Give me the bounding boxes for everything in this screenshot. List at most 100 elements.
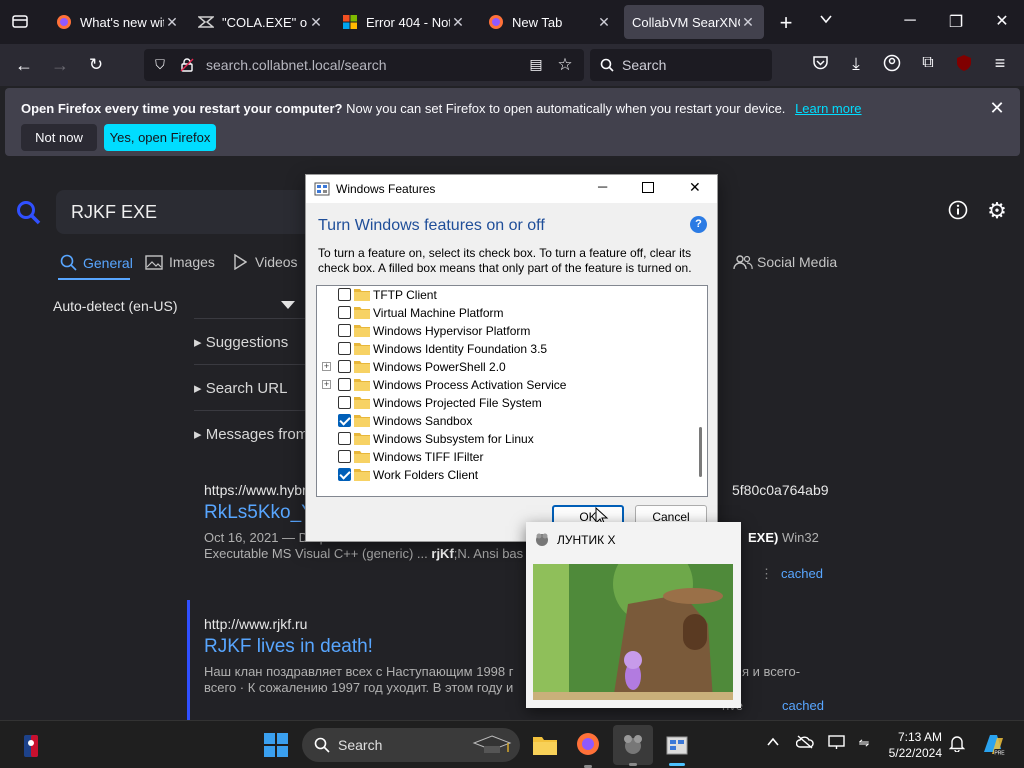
luntik-app-button[interactable] xyxy=(613,725,653,766)
chevron-down-icon[interactable] xyxy=(816,12,836,31)
bookmark-star-icon[interactable]: ☆ xyxy=(556,55,574,75)
not-now-button[interactable]: Not now xyxy=(21,124,97,151)
close-icon[interactable]: ✕ xyxy=(308,14,324,31)
system-clock[interactable]: 7:13 AM 5/22/2024 xyxy=(889,729,942,761)
feature-checkbox[interactable] xyxy=(338,468,351,481)
feature-item[interactable]: Virtual Machine Platform xyxy=(317,304,697,322)
start-icon[interactable] xyxy=(264,733,288,757)
notification-bold: Open Firefox every time you restart your… xyxy=(21,101,343,116)
ublock-icon[interactable] xyxy=(954,54,974,77)
tab-social-media[interactable]: Social Media xyxy=(733,254,837,270)
feature-checkbox[interactable] xyxy=(338,360,351,373)
reader-view-icon[interactable]: ▤ xyxy=(528,56,544,73)
maximize-icon[interactable] xyxy=(642,182,654,193)
firefox-icon xyxy=(489,15,503,29)
restore-icon[interactable]: ❐ xyxy=(946,12,966,32)
reload-icon[interactable]: ↻ xyxy=(86,55,106,75)
close-icon[interactable]: ✕ xyxy=(689,179,701,196)
nba-widget-icon[interactable] xyxy=(24,735,38,757)
tab-images[interactable]: Images xyxy=(145,254,215,270)
dialog-description: To turn a feature on, select its check b… xyxy=(318,246,692,275)
search-query-input[interactable]: RJKF EXE xyxy=(56,190,316,234)
tab-cola-exe[interactable]: "COLA.EXE" on ‹ ✕ xyxy=(190,5,332,39)
feature-item[interactable]: + Windows PowerShell 2.0 xyxy=(317,358,697,376)
close-icon[interactable]: ✕ xyxy=(987,98,1007,119)
feature-checkbox[interactable] xyxy=(338,414,351,427)
close-window-icon[interactable]: ✕ xyxy=(992,11,1012,31)
features-app-button[interactable] xyxy=(657,725,697,766)
feature-label: Windows Identity Foundation 3.5 xyxy=(373,342,548,356)
taskbar-thumbnail-preview[interactable]: ЛУНТИК X xyxy=(526,522,741,708)
back-icon[interactable]: ← xyxy=(14,55,34,76)
feature-item[interactable]: TFTP Client xyxy=(317,286,697,304)
lock-icon[interactable] xyxy=(180,58,194,72)
network-icon[interactable]: ⇋ xyxy=(855,735,873,753)
learn-more-link[interactable]: Learn more xyxy=(795,101,861,116)
firefox-icon[interactable] xyxy=(576,732,600,756)
new-tab-icon[interactable]: + xyxy=(776,10,796,36)
feature-checkbox[interactable] xyxy=(338,432,351,445)
tab-error-404[interactable]: Error 404 - Not F ✕ xyxy=(334,5,474,39)
close-icon[interactable]: ✕ xyxy=(450,14,466,31)
dialog-titlebar[interactable]: Windows Features ─ ✕ xyxy=(306,175,717,203)
expand-icon[interactable]: + xyxy=(322,362,331,371)
feature-checkbox[interactable] xyxy=(338,396,351,409)
feature-checkbox[interactable] xyxy=(338,306,351,319)
folder-icon xyxy=(354,325,370,337)
minimize-icon[interactable]: ─ xyxy=(598,179,607,194)
yes-open-firefox-button[interactable]: Yes, open Firefox xyxy=(104,124,216,151)
close-icon[interactable]: ✕ xyxy=(596,14,612,31)
language-select[interactable]: Auto-detect (en-US) xyxy=(53,298,298,318)
notification-bell-icon[interactable] xyxy=(948,735,966,753)
close-icon[interactable]: ✕ xyxy=(740,14,756,31)
feature-checkbox[interactable] xyxy=(338,378,351,391)
feature-checkbox[interactable] xyxy=(338,324,351,337)
cloud-offline-icon[interactable] xyxy=(795,735,814,753)
downloads-icon[interactable]: ⤓ xyxy=(846,54,866,74)
chevron-up-icon[interactable] xyxy=(764,735,782,753)
result-cached-link[interactable]: ⋮ cached xyxy=(760,566,823,582)
feature-checkbox[interactable] xyxy=(338,342,351,355)
copilot-icon[interactable]: PRE xyxy=(980,732,1006,758)
tab-collabvm-searxng[interactable]: CollabVM SearXNG ✕ xyxy=(624,5,764,39)
feature-checkbox[interactable] xyxy=(338,450,351,463)
search-logo-icon[interactable] xyxy=(16,200,42,226)
tab-general[interactable]: General xyxy=(60,254,133,271)
firefox-icon xyxy=(57,15,71,29)
feature-item[interactable]: Windows Subsystem for Linux xyxy=(317,430,697,448)
menu-icon[interactable]: ≡ xyxy=(990,53,1010,74)
tab-list-icon[interactable] xyxy=(10,12,30,32)
tab-new-tab[interactable]: New Tab ✕ xyxy=(480,5,620,39)
close-icon[interactable]: ✕ xyxy=(164,14,180,31)
feature-checkbox[interactable] xyxy=(338,288,351,301)
address-bar[interactable]: ⛉ search.collabnet.local/search ▤ ☆ xyxy=(144,49,584,81)
taskbar-search-box[interactable]: Search xyxy=(302,728,520,762)
account-icon[interactable] xyxy=(882,54,902,77)
display-icon[interactable] xyxy=(827,735,845,753)
extensions-icon[interactable]: ⧉ xyxy=(918,54,938,72)
gear-icon[interactable]: ⚙ xyxy=(985,198,1009,224)
feature-item[interactable]: Windows Identity Foundation 3.5 xyxy=(317,340,697,358)
shield-icon[interactable]: ⛉ xyxy=(152,57,168,73)
feature-item[interactable]: Work Folders Client xyxy=(317,466,697,484)
expand-icon[interactable]: + xyxy=(322,380,331,389)
tab-videos[interactable]: Videos xyxy=(233,254,298,270)
file-explorer-icon[interactable] xyxy=(532,734,558,756)
feature-item[interactable]: Windows TIFF IFilter xyxy=(317,448,697,466)
feature-item[interactable]: Windows Sandbox xyxy=(317,412,697,430)
tab-label: Videos xyxy=(255,254,298,270)
pocket-icon[interactable] xyxy=(810,55,830,76)
features-list[interactable]: TFTP Client Virtual Machine Platform Windo… xyxy=(316,285,708,497)
tab-whats-new[interactable]: What's new with ✕ xyxy=(48,5,188,39)
feature-item[interactable]: Windows Hypervisor Platform xyxy=(317,322,697,340)
search-bar[interactable]: Search xyxy=(590,49,772,81)
feature-item[interactable]: + Windows Process Activation Service xyxy=(317,376,697,394)
result-cached-link[interactable]: cached xyxy=(782,698,824,713)
feature-item[interactable]: Windows Projected File System xyxy=(317,394,697,412)
help-icon[interactable]: ? xyxy=(690,216,707,233)
minimize-icon[interactable]: ─ xyxy=(900,12,920,30)
forward-icon[interactable]: → xyxy=(50,55,70,76)
sidebar-label: Suggestions xyxy=(205,334,289,351)
scrollbar-thumb[interactable] xyxy=(699,427,702,477)
info-icon[interactable] xyxy=(948,200,968,225)
